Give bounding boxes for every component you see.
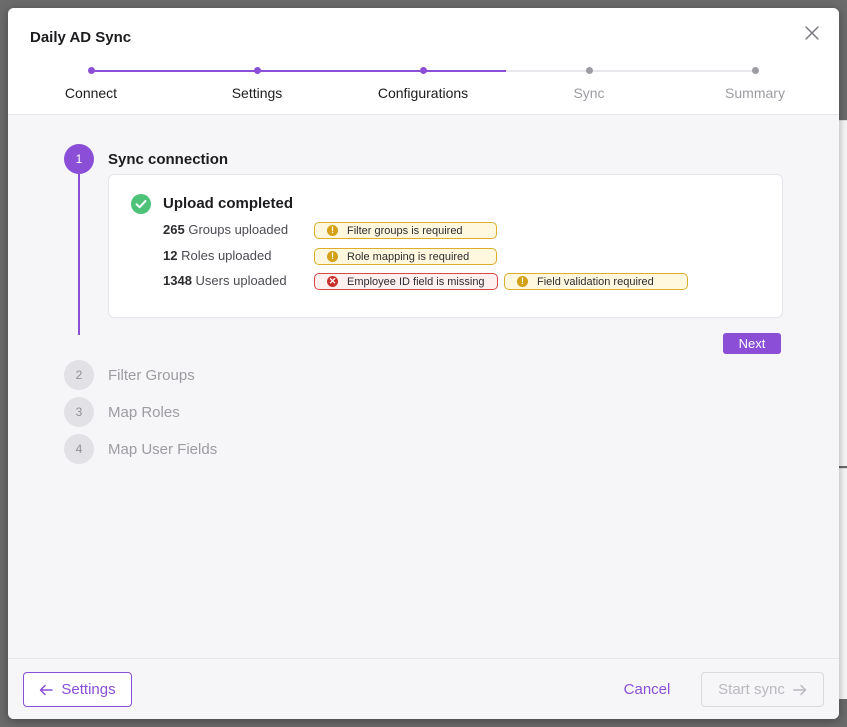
badge-text: Employee ID field is missing (347, 276, 485, 288)
sync-modal: Daily AD Sync Connect Settings Configura… (8, 8, 839, 719)
stepper-connector (257, 70, 423, 72)
step-connect[interactable]: Connect (65, 85, 117, 101)
upload-row-users: 1348 Users uploaded (163, 273, 287, 293)
groups-label: Groups uploaded (188, 222, 289, 237)
substep-number-3: 3 (64, 397, 94, 427)
modal-body: 1 Sync connection Upload completed 265 G… (8, 115, 839, 658)
substep-number-2: 2 (64, 360, 94, 390)
arrow-left-icon (40, 684, 54, 695)
step-dot-connect (88, 67, 95, 74)
upload-row-roles: 12 Roles uploaded (163, 248, 271, 268)
stepper-connector (506, 70, 589, 72)
substep-title-sync-connection: Sync connection (108, 151, 229, 168)
step-dot-summary (752, 67, 759, 74)
badge-text: Field validation required (537, 276, 654, 288)
users-count: 1348 (163, 273, 192, 288)
substep-number-1: 1 (64, 144, 94, 174)
stepper-connector (589, 70, 755, 72)
modal-title: Daily AD Sync (30, 29, 132, 46)
substep-number-4: 4 (64, 434, 94, 464)
upload-summary-card: Upload completed 265 Groups uploaded ! F… (108, 174, 783, 318)
error-badge: ✕ Employee ID field is missing (314, 273, 498, 290)
cancel-button[interactable]: Cancel (615, 672, 679, 707)
warning-badge: ! Filter groups is required (314, 222, 497, 239)
upload-row-groups: 265 Groups uploaded (163, 222, 288, 242)
substep-progress-line (78, 161, 80, 335)
groups-count: 265 (163, 222, 185, 237)
exclamation-icon: ! (327, 251, 338, 262)
substep-title-filter-groups[interactable]: Filter Groups (108, 367, 195, 384)
roles-label: Roles uploaded (181, 248, 272, 263)
stepper-connector (423, 70, 506, 72)
warning-badge: ! Field validation required (504, 273, 688, 290)
back-to-settings-button[interactable]: Settings (23, 672, 132, 707)
start-sync-button[interactable]: Start sync (701, 672, 824, 707)
substep-title-map-roles[interactable]: Map Roles (108, 404, 180, 421)
start-sync-label: Start sync (718, 681, 785, 698)
step-sync: Sync (573, 85, 605, 101)
substep-title-map-user-fields[interactable]: Map User Fields (108, 441, 217, 458)
roles-count: 12 (163, 248, 178, 263)
x-circle-icon: ✕ (327, 276, 338, 287)
users-label: Users uploaded (195, 273, 287, 288)
check-circle-icon (131, 194, 151, 214)
badge-text: Filter groups is required (347, 225, 463, 237)
modal-footer: Settings Cancel Start sync (8, 658, 839, 719)
exclamation-icon: ! (327, 225, 338, 236)
step-configurations[interactable]: Configurations (378, 85, 468, 101)
warning-badge: ! Role mapping is required (314, 248, 497, 265)
stepper-connector (91, 70, 257, 72)
next-button[interactable]: Next (723, 333, 781, 354)
step-dot-sync (586, 67, 593, 74)
badge-text: Role mapping is required (347, 251, 470, 263)
back-button-label: Settings (61, 681, 116, 698)
upload-status-title: Upload completed (163, 195, 294, 212)
exclamation-icon: ! (517, 276, 528, 287)
close-icon[interactable] (803, 24, 821, 42)
step-summary: Summary (725, 85, 785, 101)
arrow-right-icon (793, 684, 807, 695)
modal-header: Daily AD Sync Connect Settings Configura… (8, 8, 839, 115)
step-settings[interactable]: Settings (232, 85, 283, 101)
step-dot-settings (254, 67, 261, 74)
step-dot-configurations (420, 67, 427, 74)
